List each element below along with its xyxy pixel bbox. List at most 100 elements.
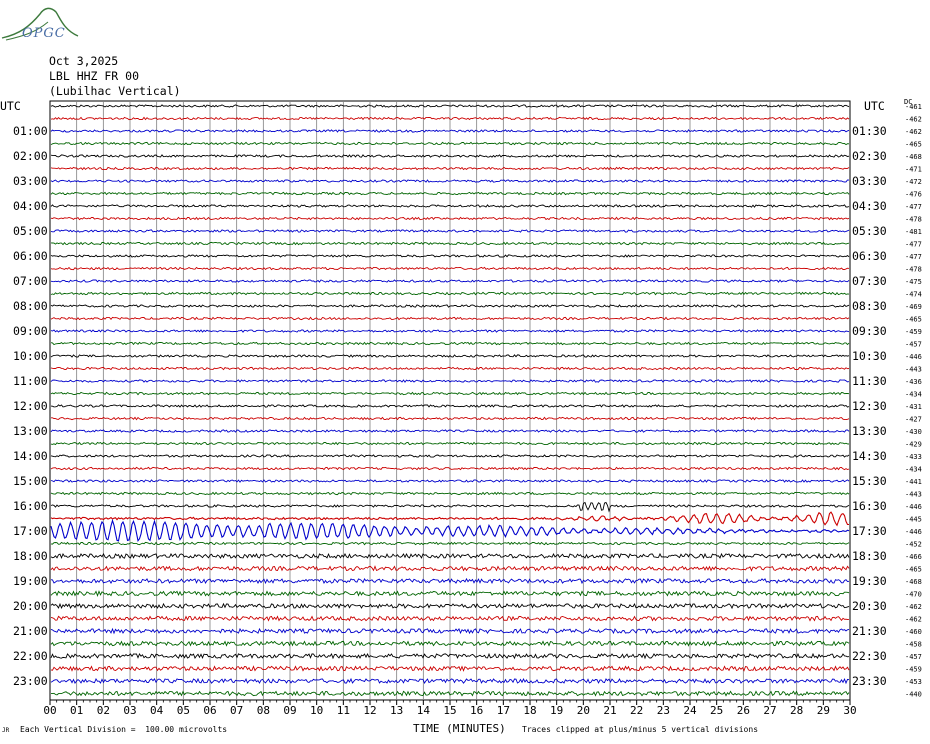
- dc-offset-label: -472: [905, 178, 922, 186]
- x-tick-label: 03: [123, 704, 136, 717]
- dc-offset-label: -436: [905, 378, 922, 386]
- x-tick-label: 29: [817, 704, 830, 717]
- right-hour-label: 13:30: [852, 424, 887, 438]
- left-hour-label: 07:00: [13, 274, 48, 288]
- right-hour-label: 08:30: [852, 299, 887, 313]
- dc-offset-label: -468: [905, 578, 922, 586]
- x-tick-label: 18: [523, 704, 536, 717]
- right-hour-label: 01:30: [852, 124, 887, 138]
- dc-offset-label: -445: [905, 516, 922, 524]
- dc-offset-label: -481: [905, 228, 922, 236]
- right-hour-label: 07:30: [852, 274, 887, 288]
- dc-offset-label: -469: [905, 303, 922, 311]
- x-tick-label: 10: [310, 704, 323, 717]
- left-hour-label: 11:00: [13, 374, 48, 388]
- right-hour-label: 11:30: [852, 374, 887, 388]
- corner-mark: JR: [2, 727, 10, 734]
- x-tick-label: 22: [630, 704, 643, 717]
- dc-offset-label: -446: [905, 528, 922, 536]
- right-hour-label: 18:30: [852, 549, 887, 563]
- dc-offset-label: -460: [905, 628, 922, 636]
- x-tick-label: 05: [177, 704, 190, 717]
- left-hour-label: 20:00: [13, 599, 48, 613]
- right-hour-label: 06:30: [852, 249, 887, 263]
- x-tick-label: 24: [683, 704, 697, 717]
- dc-offset-label: -453: [905, 678, 922, 686]
- dc-offset-label: -430: [905, 428, 922, 436]
- left-hour-label: 06:00: [13, 249, 48, 263]
- dc-offset-label: -462: [905, 603, 922, 611]
- x-tick-label: 21: [603, 704, 616, 717]
- dc-offset-label: -434: [905, 466, 922, 474]
- left-hour-label: 18:00: [13, 549, 48, 563]
- dc-offset-label: -452: [905, 541, 922, 549]
- right-hour-label: 14:30: [852, 449, 887, 463]
- dc-offset-label: -477: [905, 253, 922, 261]
- right-hour-label: 02:30: [852, 149, 887, 163]
- dc-offset-label: -477: [905, 203, 922, 211]
- x-tick-label: 25: [710, 704, 723, 717]
- dc-offset-label: -465: [905, 141, 922, 149]
- left-hour-label: 08:00: [13, 299, 48, 313]
- right-hour-label: 23:30: [852, 674, 887, 688]
- dc-offset-label: -465: [905, 566, 922, 574]
- left-hour-label: 10:00: [13, 349, 48, 363]
- left-hour-label: 16:00: [13, 499, 48, 513]
- x-tick-label: 01: [70, 704, 83, 717]
- dc-offset-label: -429: [905, 441, 922, 449]
- right-hour-label: 12:30: [852, 399, 887, 413]
- dc-offset-label: -466: [905, 553, 922, 561]
- left-hour-label: 01:00: [13, 124, 48, 138]
- right-hour-label: 22:30: [852, 649, 887, 663]
- x-tick-label: 07: [230, 704, 243, 717]
- dc-offset-label: -477: [905, 241, 922, 249]
- dc-offset-label: -443: [905, 491, 922, 499]
- dc-offset-label: -431: [905, 403, 922, 411]
- dc-offset-label: -470: [905, 591, 922, 599]
- left-hour-label: 04:00: [13, 199, 48, 213]
- x-tick-label: 23: [657, 704, 670, 717]
- left-hour-label: 05:00: [13, 224, 48, 238]
- dc-offset-label: -443: [905, 366, 922, 374]
- x-tick-label: 12: [363, 704, 376, 717]
- x-tick-label: 15: [443, 704, 456, 717]
- x-tick-label: 28: [790, 704, 803, 717]
- left-hour-label: 02:00: [13, 149, 48, 163]
- x-tick-label: 27: [763, 704, 776, 717]
- dc-offset-label: -434: [905, 391, 922, 399]
- right-utc-label: UTC: [864, 99, 885, 113]
- dc-offset-label: -441: [905, 478, 922, 486]
- right-hour-label: 05:30: [852, 224, 887, 238]
- seismogram-page: OPGC Oct 3,2025 LBL HHZ FR 00 (Lubilhac …: [0, 0, 930, 744]
- dc-offset-label: -478: [905, 216, 922, 224]
- right-hour-label: 16:30: [852, 499, 887, 513]
- left-hour-label: 22:00: [13, 649, 48, 663]
- right-hour-label: 20:30: [852, 599, 887, 613]
- dc-offset-label: -457: [905, 653, 922, 661]
- x-tick-label: 06: [203, 704, 216, 717]
- dc-offset-label: -474: [905, 291, 922, 299]
- right-hour-label: 09:30: [852, 324, 887, 338]
- dc-offset-label: -459: [905, 666, 922, 674]
- right-hour-label: 03:30: [852, 174, 887, 188]
- left-hour-label: 15:00: [13, 474, 48, 488]
- left-hour-label: 13:00: [13, 424, 48, 438]
- x-axis-title: TIME (MINUTES): [413, 722, 506, 735]
- x-tick-label: 30: [843, 704, 856, 717]
- left-hour-label: 17:00: [13, 524, 48, 538]
- x-tick-label: 13: [390, 704, 403, 717]
- x-tick-label: 14: [417, 704, 431, 717]
- dc-offset-label: -475: [905, 278, 922, 286]
- dc-offset-label: -457: [905, 341, 922, 349]
- x-tick-label: 02: [97, 704, 110, 717]
- left-hour-label: 12:00: [13, 399, 48, 413]
- right-hour-label: 17:30: [852, 524, 887, 538]
- x-tick-label: 19: [550, 704, 563, 717]
- x-tick-label: 16: [470, 704, 483, 717]
- left-hour-label: 14:00: [13, 449, 48, 463]
- dc-offset-label: -446: [905, 503, 922, 511]
- x-tick-label: 17: [497, 704, 510, 717]
- dc-offset-label: -468: [905, 153, 922, 161]
- right-hour-label: 10:30: [852, 349, 887, 363]
- dc-offset-label: -462: [905, 616, 922, 624]
